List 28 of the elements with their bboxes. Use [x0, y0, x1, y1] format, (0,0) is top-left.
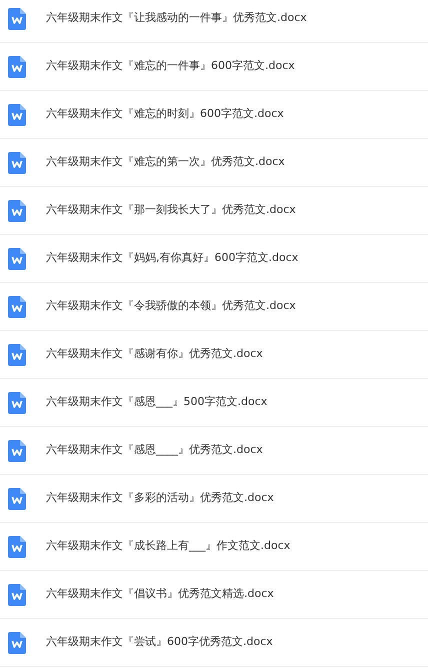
word-document-icon [8, 536, 26, 558]
file-name[interactable]: 六年级期末作文『尝试』600字优秀范文.docx [46, 634, 273, 651]
word-document-icon [8, 488, 26, 510]
word-document-icon [8, 296, 26, 318]
word-document-icon [8, 56, 26, 78]
file-name[interactable]: 六年级期末作文『感恩____』优秀范文.docx [46, 442, 263, 459]
file-name[interactable]: 六年级期末作文『让我感动的一件事』优秀范文.docx [46, 10, 307, 27]
file-name[interactable]: 六年级期末作文『成长路上有___』作文范文.docx [46, 538, 290, 555]
file-name[interactable]: 六年级期末作文『难忘的一件事』600字范文.docx [46, 58, 295, 75]
word-document-icon [8, 440, 26, 462]
file-name[interactable]: 六年级期末作文『令我骄傲的本领』优秀范文.docx [46, 298, 296, 315]
file-name[interactable]: 六年级期末作文『妈妈,有你真好』600字范文.docx [46, 250, 298, 267]
word-document-icon [8, 632, 26, 654]
word-document-icon [8, 104, 26, 126]
word-document-icon [8, 8, 26, 30]
word-document-icon [8, 584, 26, 606]
file-name[interactable]: 六年级期末作文『多彩的活动』优秀范文.docx [46, 490, 274, 507]
file-name[interactable]: 六年级期末作文『难忘的时刻』600字范文.docx [46, 106, 284, 123]
file-name[interactable]: 六年级期末作文『那一刻我长大了』优秀范文.docx [46, 202, 296, 219]
word-document-icon [8, 200, 26, 222]
word-document-icon [8, 392, 26, 414]
word-document-icon [8, 248, 26, 270]
file-name[interactable]: 六年级期末作文『难忘的第一次』优秀范文.docx [46, 154, 285, 171]
word-document-icon [8, 344, 26, 366]
file-name[interactable]: 六年级期末作文『感谢有你』优秀范文.docx [46, 346, 263, 363]
file-name[interactable]: 六年级期末作文『感恩___』500字范文.docx [46, 394, 268, 411]
file-name[interactable]: 六年级期末作文『倡议书』优秀范文精选.docx [46, 586, 274, 603]
word-document-icon [8, 152, 26, 174]
